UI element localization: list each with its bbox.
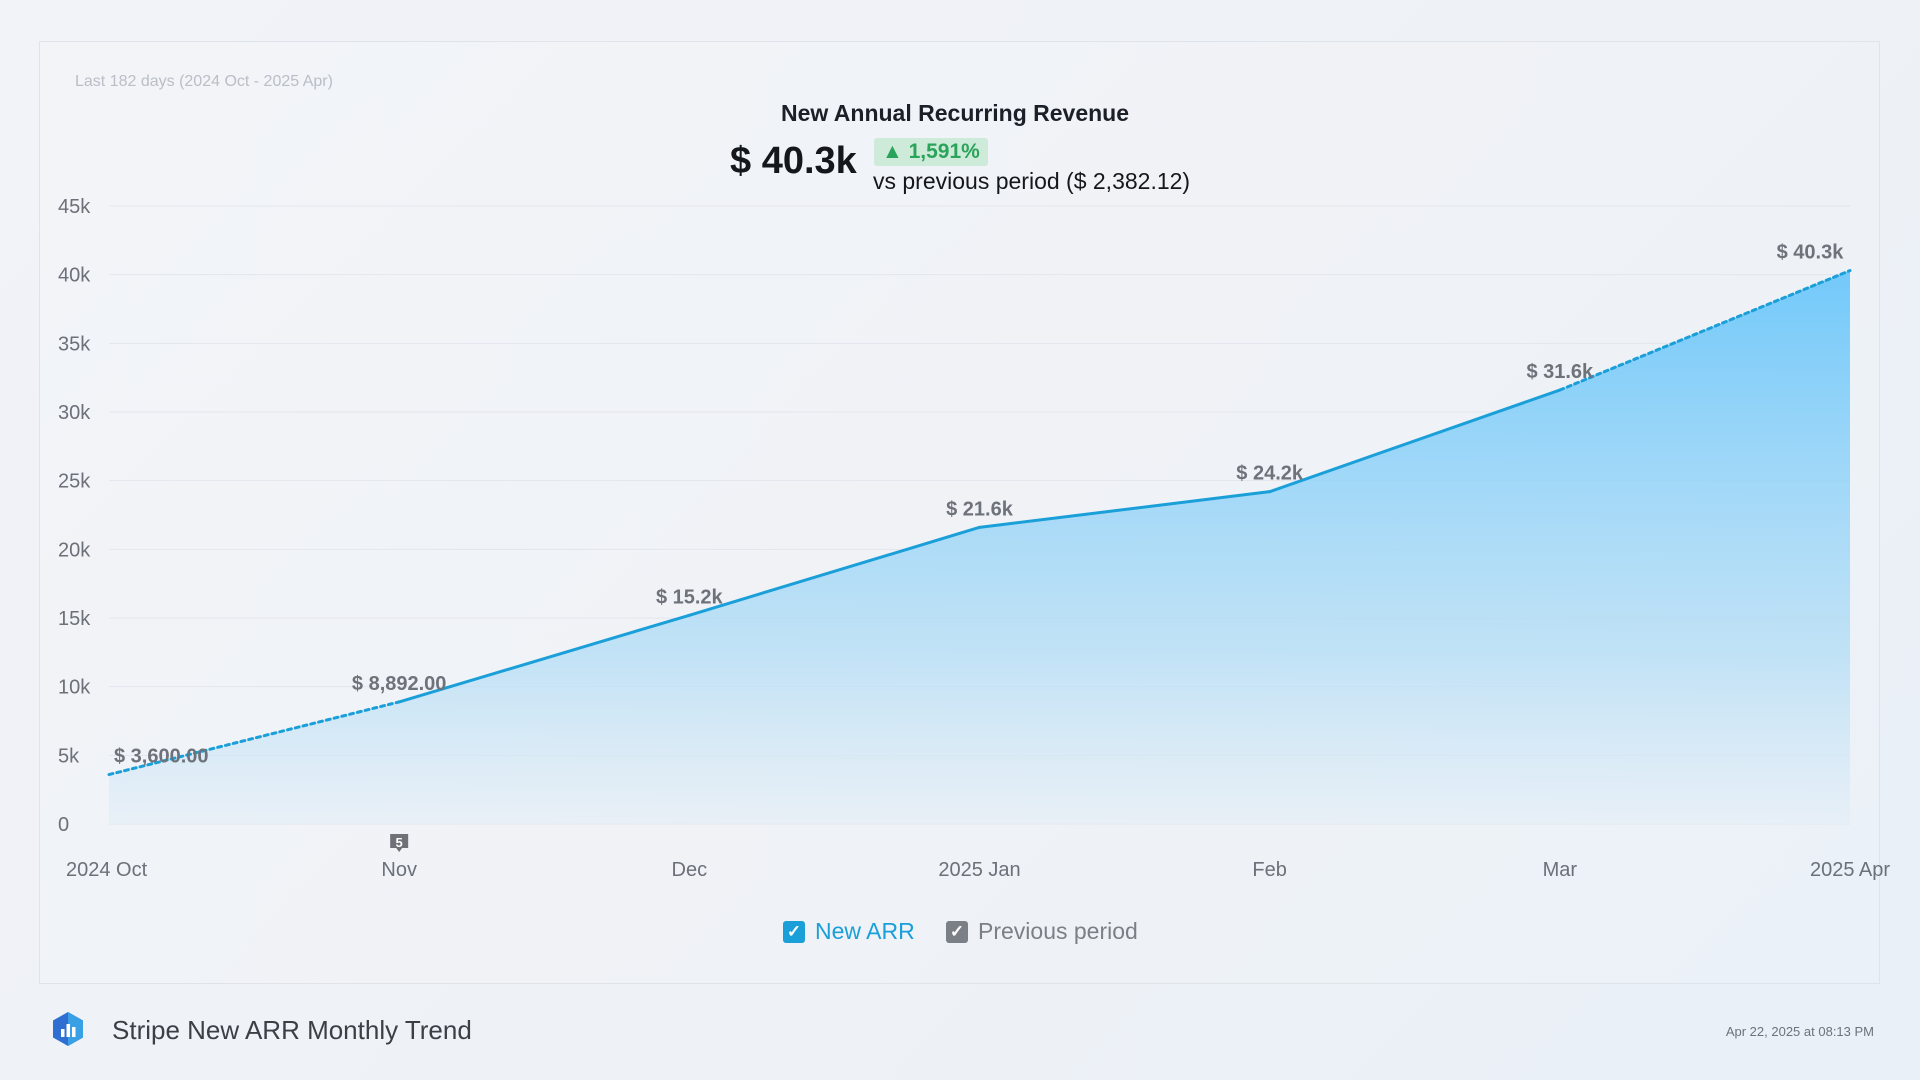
x-tick-label: 2024 Oct [66,859,148,881]
checkbox-checked-icon[interactable]: ✓ [946,920,968,943]
data-label: $ 24.2k [1236,463,1304,485]
y-tick-label: 35k [58,333,91,355]
legend-item-new-arr[interactable]: ✓ New ARR [783,918,915,945]
app-logo-icon [53,1012,83,1046]
data-label: $ 8,892.00 [352,673,447,695]
x-tick-label: 2025 Apr [1810,859,1890,881]
x-tick-label: Dec [672,859,708,881]
line-area-chart: $ 3,600.00 $ 8,892.00 $ 15.2k $ 21.6k $ 24.2… [58,196,1890,881]
y-tick-label: 25k [58,471,91,493]
legend-label-previous-period: Previous period [978,918,1138,944]
checkbox-checked-icon[interactable]: ✓ [783,920,805,943]
y-tick-label: 0 [58,814,69,836]
y-tick-label: 15k [58,608,91,630]
footer-title: Stripe New ARR Monthly Trend [112,1015,472,1045]
y-tick-label: 10k [58,677,91,699]
data-label: $ 15.2k [656,586,724,608]
data-label: $ 31.6k [1526,361,1594,383]
legend-label-new-arr: New ARR [815,918,915,944]
x-tick-label: Feb [1252,859,1286,881]
x-tick-label: Mar [1543,859,1578,881]
area-fill [109,270,1850,825]
footer-timestamp: Apr 22, 2025 at 08:13 PM [1725,1024,1874,1039]
annotation-count: 5 [396,835,403,850]
x-tick-label: Nov [381,859,417,881]
x-tick-label: 2025 Jan [938,859,1020,881]
y-tick-label: 5k [58,745,80,767]
chart-legend: ✓ New ARR ✓ Previous period [0,918,1920,948]
y-tick-label: 40k [58,265,91,287]
y-tick-label: 45k [58,196,91,218]
y-tick-label: 30k [58,402,91,424]
data-label: $ 3,600.00 [114,746,209,768]
data-label: $ 40.3k [1777,242,1845,264]
data-label: $ 21.6k [946,498,1014,520]
legend-item-previous-period[interactable]: ✓ Previous period [946,918,1138,945]
y-tick-label: 20k [58,539,91,561]
